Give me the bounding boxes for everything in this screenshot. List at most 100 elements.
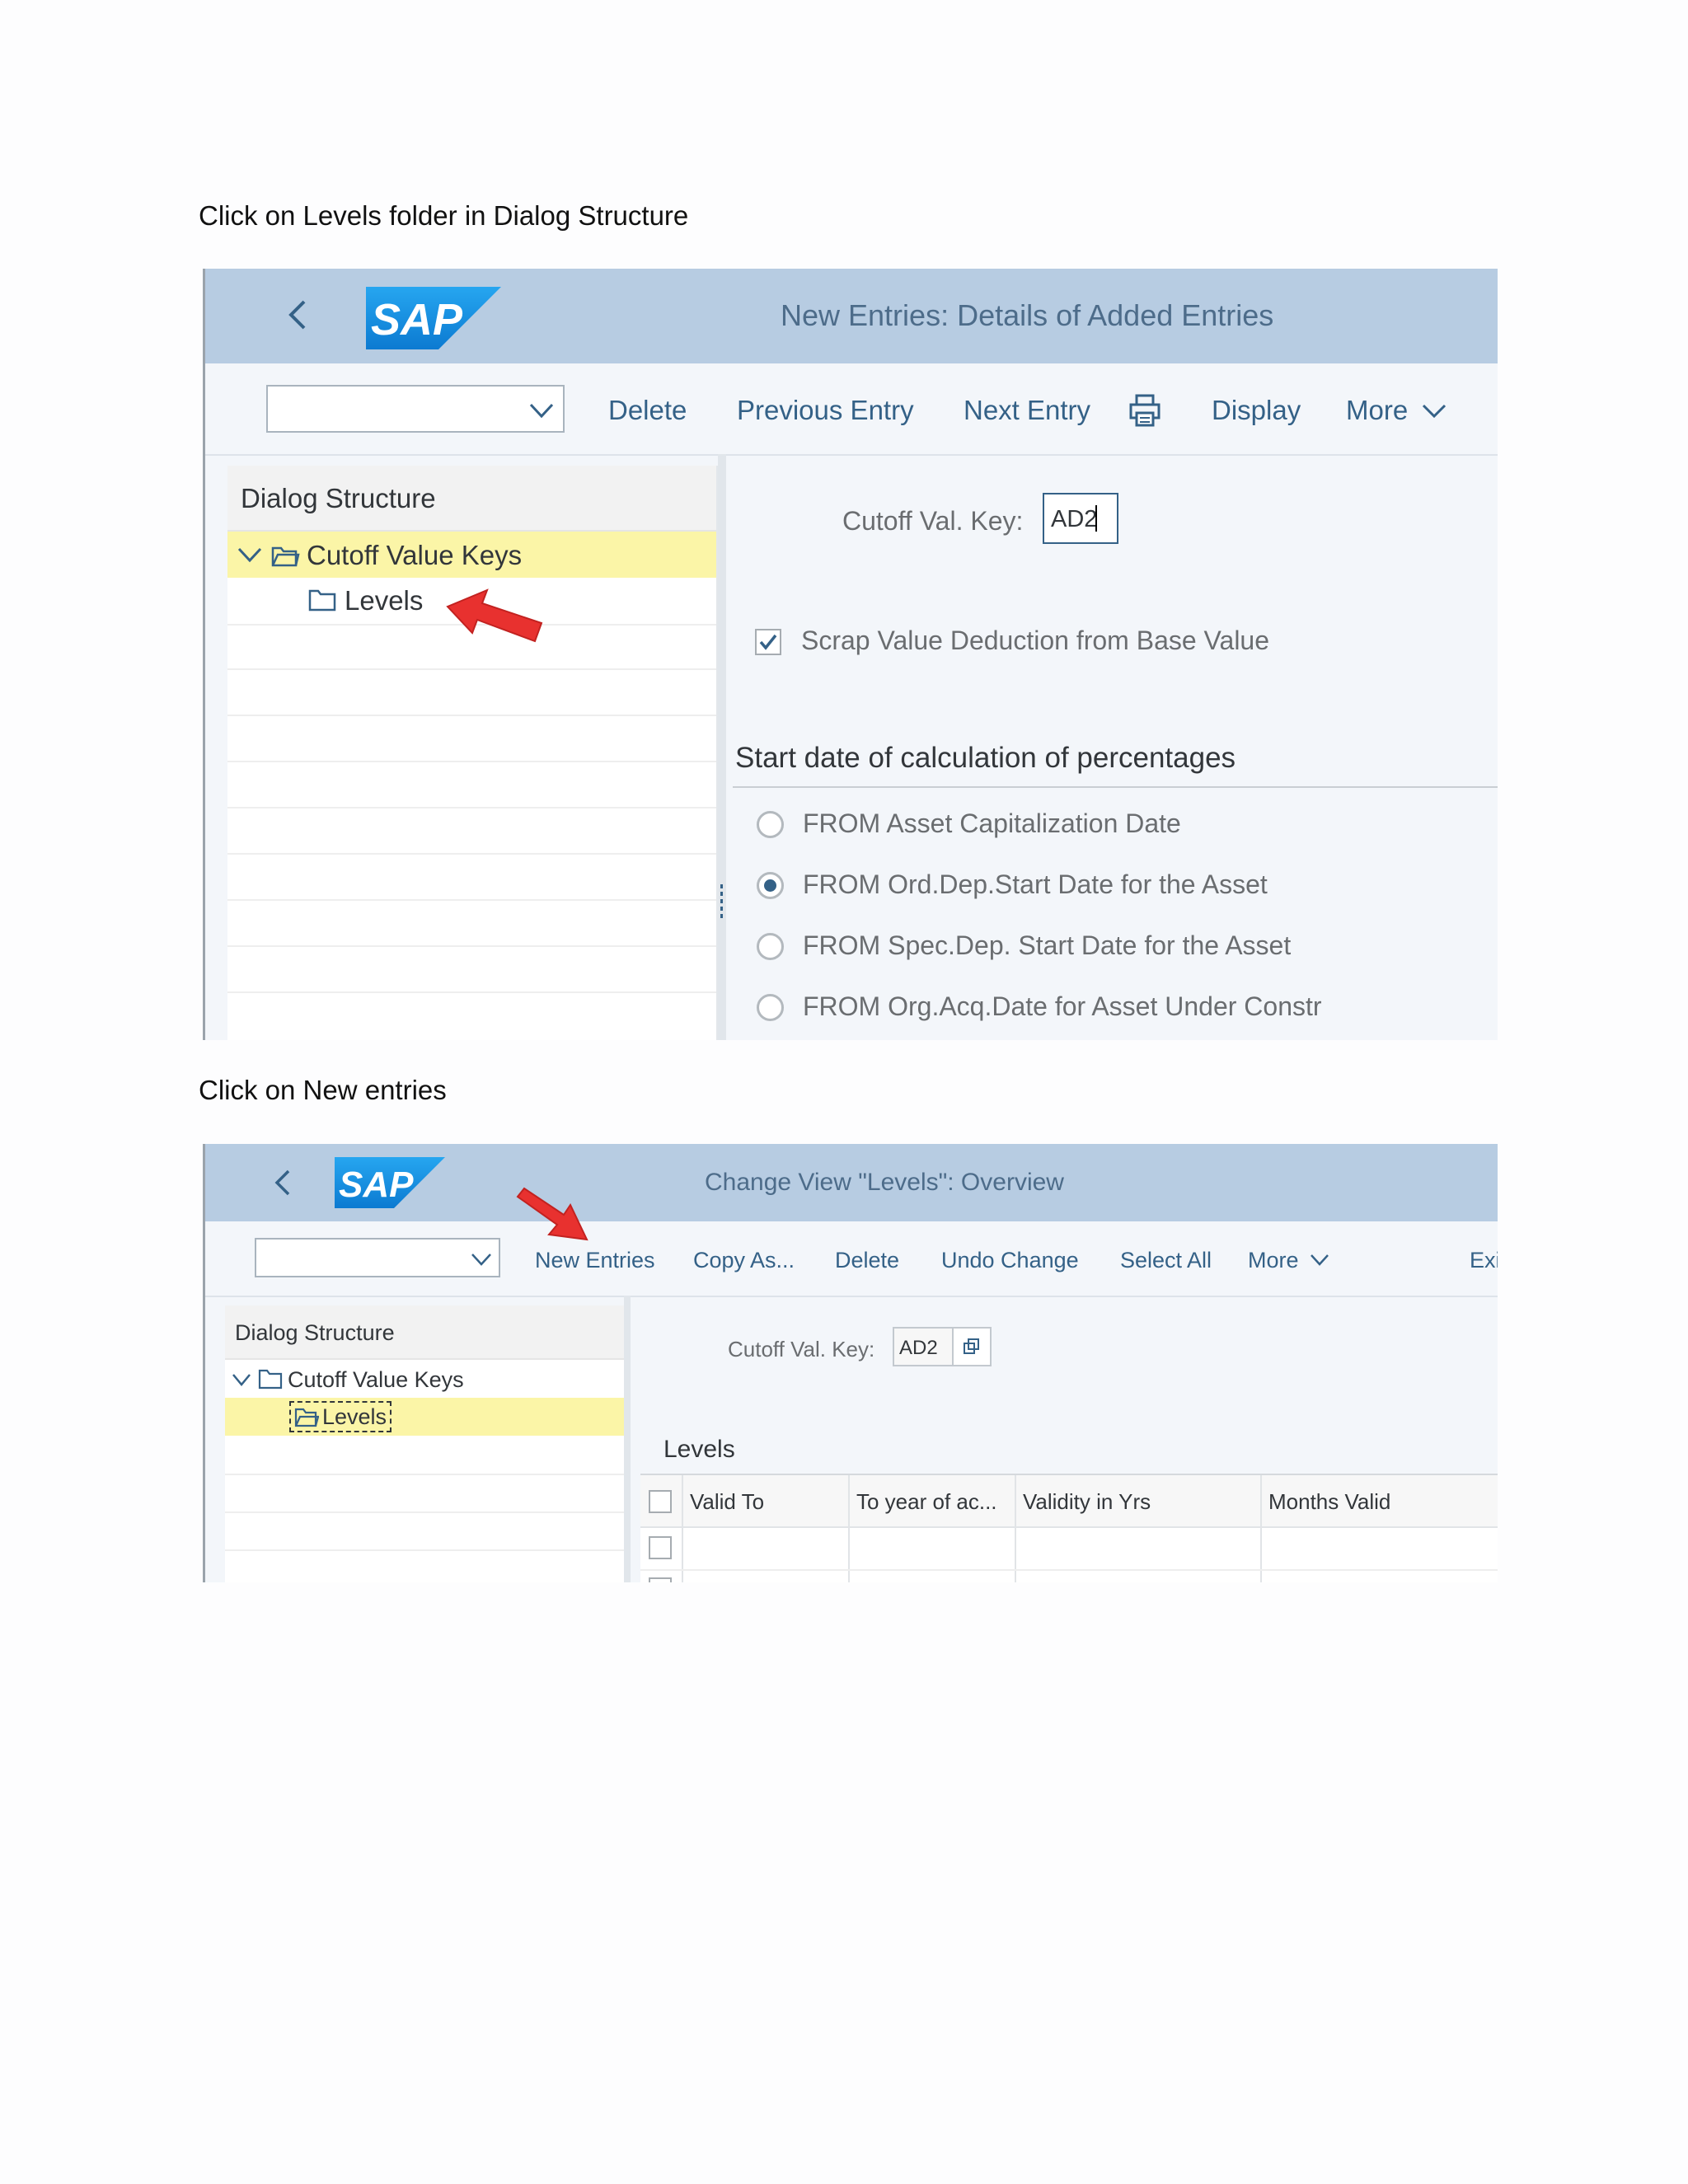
column-header-months-valid[interactable]: Months Valid (1268, 1489, 1498, 1515)
cutoff-key-value: AD2 (899, 1337, 938, 1359)
cutoff-key-value: AD2 (1051, 506, 1098, 532)
svg-text:SAP: SAP (339, 1165, 414, 1205)
tree-item-cutoff-value-keys[interactable]: Cutoff Value Keys (225, 1360, 624, 1399)
tree-item-cutoff-value-keys[interactable]: Cutoff Value Keys (227, 532, 716, 578)
select-all-rows-checkbox[interactable] (649, 1490, 672, 1513)
sap-logo[interactable]: SAP (366, 287, 501, 349)
page-title: New Entries: Details of Added Entries (781, 298, 1274, 332)
screenshot-new-entries-details: SAP New Entries: Details of Added Entrie… (203, 269, 1498, 1040)
table-title: Levels (663, 1436, 735, 1463)
dialog-structure-title: Dialog Structure (235, 1320, 395, 1345)
back-arrow-icon[interactable] (274, 1169, 291, 1197)
cutoff-key-label: Cutoff Val. Key: (842, 506, 1024, 536)
radio-label: FROM Org.Acq.Date for Asset Under Constr (803, 991, 1322, 1021)
previous-entry-button[interactable]: Previous Entry (737, 395, 914, 426)
tree-label-levels: Levels (322, 1404, 387, 1429)
tree-empty-row (227, 991, 716, 993)
chevron-down-icon (471, 1254, 491, 1266)
printer-icon[interactable] (1128, 393, 1161, 428)
cutoff-key-input[interactable]: AD2 (1043, 493, 1118, 544)
chevron-down-icon[interactable] (232, 1373, 251, 1386)
tree-empty-row (227, 761, 716, 762)
column-divider (682, 1475, 683, 1526)
tree-item-levels[interactable]: Levels (225, 1398, 624, 1436)
checkmark-icon (759, 634, 777, 650)
section-divider (733, 786, 1498, 788)
more-label: More (1346, 395, 1409, 425)
back-arrow-icon[interactable] (288, 298, 307, 331)
dialog-structure-header: Dialog Structure (227, 466, 716, 532)
open-folder-icon (294, 1408, 319, 1427)
radio-capitalization-date[interactable] (757, 811, 784, 838)
panel-splitter[interactable] (624, 1296, 631, 1582)
tree-empty-row (227, 945, 716, 947)
radio-org-acq-date[interactable] (757, 994, 784, 1021)
sap-logo[interactable]: SAP (335, 1157, 445, 1208)
column-header-to-year-of-acquisition[interactable]: To year of ac... (856, 1489, 1018, 1515)
red-pointer-arrow-icon (446, 588, 543, 643)
chevron-down-icon[interactable] (237, 546, 262, 563)
tree-empty-row (225, 1549, 624, 1551)
radio-ord-dep-start-date[interactable] (757, 872, 784, 899)
toolbar: Delete Previous Entry Next Entry Display… (205, 363, 1498, 456)
toolbar: New Entries Copy As... Delete Undo Chang… (205, 1221, 1498, 1297)
scrap-value-checkbox-label: Scrap Value Deduction from Base Value (801, 626, 1270, 655)
more-menu-button[interactable]: More (1248, 1248, 1329, 1273)
table-row[interactable] (640, 1528, 1498, 1571)
chevron-down-icon (1423, 404, 1447, 419)
dialog-structure-panel: Dialog Structure Cutoff Value Keys Level… (225, 1305, 626, 1582)
page-title: Change View "Levels": Overview (705, 1169, 1064, 1196)
select-all-button[interactable]: Select All (1120, 1248, 1212, 1273)
tree-empty-row (227, 668, 716, 670)
red-pointer-arrow-icon (516, 1187, 588, 1241)
tree-label-cutoff-value-keys: Cutoff Value Keys (307, 540, 523, 570)
column-divider (682, 1571, 683, 1582)
more-menu-button[interactable]: More (1346, 395, 1447, 426)
panel-splitter[interactable] (718, 454, 726, 1040)
splitter-grip-icon (720, 884, 723, 921)
delete-button[interactable]: Delete (608, 395, 687, 426)
folder-icon (308, 589, 336, 612)
dialog-structure-title: Dialog Structure (241, 483, 436, 513)
display-button[interactable]: Display (1212, 395, 1301, 426)
chevron-down-icon (529, 403, 554, 419)
action-dropdown[interactable] (266, 385, 565, 433)
column-divider (682, 1528, 683, 1569)
radio-label: FROM Asset Capitalization Date (803, 808, 1181, 838)
column-header-validity-in-years[interactable]: Validity in Yrs (1023, 1489, 1262, 1515)
instruction-caption-1: Click on Levels folder in Dialog Structu… (199, 200, 689, 231)
delete-button[interactable]: Delete (835, 1248, 899, 1273)
tree-empty-row (225, 1474, 624, 1475)
cutoff-key-label: Cutoff Val. Key: (728, 1337, 875, 1361)
row-select-checkbox[interactable] (649, 1536, 672, 1559)
copy-as-button[interactable]: Copy As... (693, 1248, 795, 1273)
scrap-value-checkbox[interactable] (755, 629, 781, 655)
undo-change-button[interactable]: Undo Change (941, 1248, 1079, 1273)
folder-icon (258, 1369, 283, 1390)
new-entries-button[interactable]: New Entries (535, 1248, 655, 1273)
instruction-caption-2: Click on New entries (199, 1075, 447, 1105)
cutoff-key-field[interactable]: AD2 (893, 1327, 992, 1366)
value-help-icon (964, 1338, 979, 1354)
svg-text:SAP: SAP (371, 295, 463, 344)
radio-spec-dep-start-date[interactable] (757, 933, 784, 960)
exit-button[interactable]: Exi (1470, 1248, 1498, 1273)
table-row[interactable] (640, 1571, 1498, 1582)
shell-bar: SAP New Entries: Details of Added Entrie… (205, 269, 1498, 363)
tree-empty-row (227, 807, 716, 808)
column-header-valid-to[interactable]: Valid To (690, 1489, 846, 1515)
radio-label: FROM Ord.Dep.Start Date for the Asset (803, 869, 1268, 899)
value-help-button[interactable] (952, 1329, 990, 1365)
screenshot-change-view-levels: SAP Change View "Levels": Overview New E… (203, 1144, 1498, 1582)
dialog-structure-header: Dialog Structure (225, 1305, 624, 1360)
text-caret (1095, 505, 1097, 532)
tree-label-levels: Levels (345, 585, 424, 616)
action-dropdown[interactable] (255, 1238, 500, 1277)
tree-empty-row (227, 715, 716, 716)
next-entry-button[interactable]: Next Entry (964, 395, 1090, 426)
tree-label-cutoff-value-keys: Cutoff Value Keys (288, 1367, 464, 1392)
row-select-checkbox[interactable] (649, 1577, 672, 1582)
dialog-structure-panel: Dialog Structure Cutoff Value Keys Level… (227, 466, 718, 1040)
radio-label: FROM Spec.Dep. Start Date for the Asset (803, 930, 1292, 960)
tree-empty-row (225, 1511, 624, 1513)
